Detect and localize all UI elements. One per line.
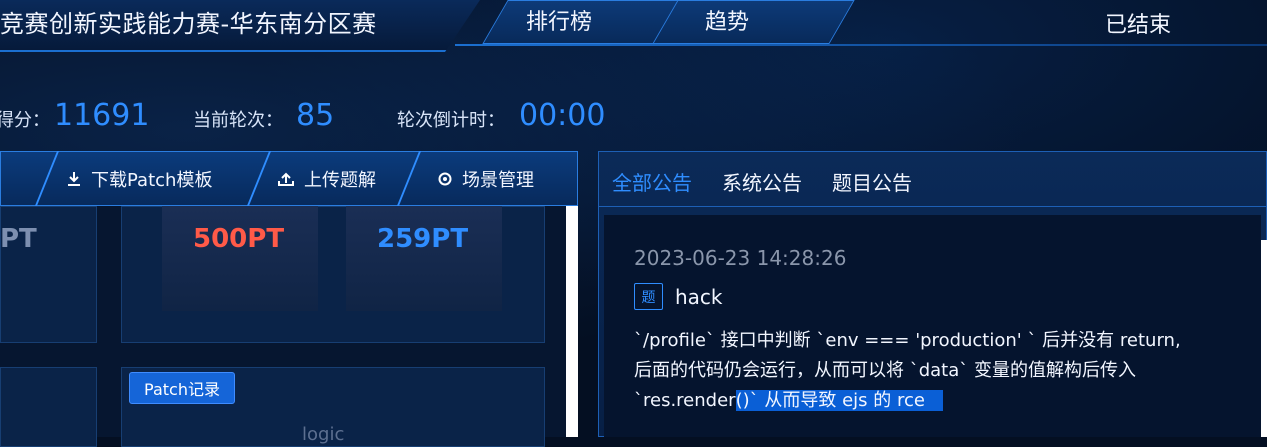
- upload-label: 上传题解: [304, 169, 376, 191]
- tab-all-announcements[interactable]: 全部公告: [612, 167, 692, 196]
- scrollbar-track[interactable]: [566, 206, 578, 437]
- tab-trend-bg[interactable]: [652, 0, 855, 44]
- tab-system-announcements[interactable]: 系统公告: [722, 167, 802, 196]
- upload-solution-button[interactable]: 上传题解: [276, 151, 376, 206]
- score-column-red: [162, 206, 318, 311]
- header-underline: [455, 44, 1267, 46]
- upload-icon: [278, 172, 294, 186]
- announcement-challenge-name: hack: [675, 285, 723, 309]
- announcement-text-line: `/profile` 接口中判断 `env === 'production' `…: [634, 330, 1181, 351]
- countdown-label: 轮次倒计时：: [397, 110, 505, 131]
- challenge-name-partial: logic: [302, 424, 345, 445]
- announcement-text-line: `res.render()` 从而导致 ejs 的 rce: [634, 386, 943, 412]
- round-value: 85: [296, 98, 335, 133]
- selected-text: ()` 从而导致 ejs 的 rce: [735, 390, 943, 411]
- gear-icon: [438, 172, 452, 185]
- pt-value-blue: 259PT: [377, 224, 469, 254]
- pt-value-red: 500PT: [193, 224, 285, 254]
- tab-trend[interactable]: 趋势: [705, 4, 749, 36]
- announcement-text-line: 后面的代码仍会运行，从而可以将 `data` 变量的值解构后传入: [634, 360, 1136, 381]
- countdown-value: 00:00: [519, 98, 606, 133]
- round-label: 当前轮次：: [193, 110, 283, 131]
- scrollbar-track[interactable]: [1261, 240, 1267, 437]
- scene-management-button[interactable]: 场景管理: [436, 151, 534, 206]
- announcement-text-segment: `res.render: [634, 390, 736, 411]
- tab-divider: [598, 206, 1267, 207]
- score-label: 得分：: [0, 110, 50, 131]
- score-column-blue: [346, 206, 502, 311]
- scene-label: 场景管理: [462, 169, 534, 191]
- score-value: 11691: [54, 98, 150, 133]
- patch-record-button[interactable]: Patch记录: [129, 372, 235, 404]
- download-icon: [68, 171, 80, 186]
- download-patch-template-button[interactable]: 下载Patch模板: [65, 151, 212, 206]
- match-status: 已结束: [1105, 13, 1172, 38]
- announcement-timestamp: 2023-06-23 14:28:26: [634, 246, 847, 270]
- tab-leaderboard[interactable]: 排行榜: [526, 4, 592, 36]
- tab-challenge-announcements[interactable]: 题目公告: [832, 167, 912, 196]
- challenge-card[interactable]: [0, 367, 97, 447]
- page-title: 竞赛创新实践能力赛-华东南分区赛: [0, 10, 377, 38]
- top-bar: 竞赛创新实践能力赛-华东南分区赛 排行榜 趋势 已结束: [0, 0, 1267, 52]
- download-label: 下载Patch模板: [91, 169, 213, 191]
- pt-value-partial: PT: [0, 224, 37, 254]
- announcement-type-badge: 题: [634, 283, 663, 310]
